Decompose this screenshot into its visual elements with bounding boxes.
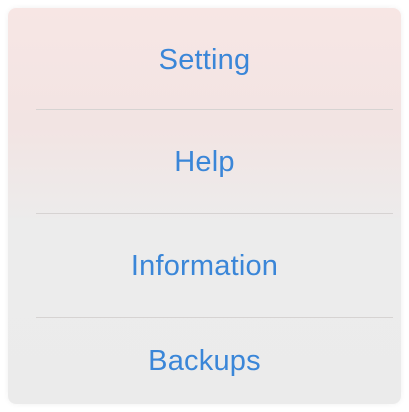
menu-item-information[interactable]: Information bbox=[8, 214, 401, 318]
menu-item-help[interactable]: Help bbox=[8, 110, 401, 214]
menu-item-label: Help bbox=[174, 145, 235, 178]
menu-item-setting[interactable]: Setting bbox=[8, 8, 401, 112]
popup-menu: Setting Help Information Backups bbox=[8, 8, 401, 404]
menu-item-label: Setting bbox=[158, 43, 251, 76]
menu-item-label: Backups bbox=[148, 344, 261, 377]
menu-item-backups[interactable]: Backups bbox=[8, 318, 401, 404]
menu-item-label: Information bbox=[130, 249, 279, 282]
